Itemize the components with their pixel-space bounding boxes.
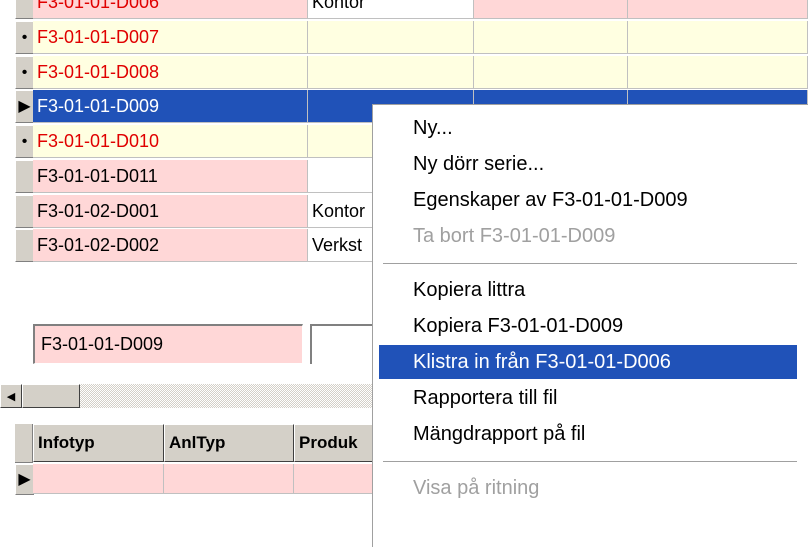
column-header-infotyp[interactable]: Infotyp (33, 424, 164, 462)
row-indicator-icon: • (21, 132, 28, 150)
menu-item[interactable]: Egenskaper av F3-01-01-D009 (373, 183, 797, 217)
row-selector[interactable] (15, 229, 34, 262)
current-row-icon: ▶ (18, 97, 31, 115)
menu-item[interactable]: Mängdrapport på fil (373, 417, 797, 451)
menu-separator (383, 263, 797, 265)
horizontal-scrollbar[interactable]: ◀ (0, 384, 400, 408)
door-id-cell[interactable]: F3-01-02-D002 (33, 229, 308, 262)
menu-item[interactable]: Kopiera F3-01-01-D009 (373, 309, 797, 343)
current-row-icon: ▶ (18, 470, 31, 488)
row-indicator-icon: • (21, 28, 28, 46)
door-id-cell[interactable]: F3-01-02-D001 (33, 195, 308, 228)
row-selector[interactable]: ▶ (15, 90, 34, 123)
menu-item[interactable]: Rapportera till fil (373, 381, 797, 415)
table-row[interactable]: • F3-01-01-D007 (0, 21, 808, 55)
column-header-anltyp[interactable]: AnlTyp (164, 424, 294, 462)
menu-item[interactable]: Ny dörr serie... (373, 147, 797, 181)
subgrid-header: Infotyp AnlTyp Produk (0, 424, 400, 464)
menu-item: Visa på ritning (413, 477, 540, 499)
grid-cell[interactable] (628, 56, 808, 89)
scroll-thumb[interactable] (22, 384, 80, 408)
menu-item[interactable]: Klistra in från F3-01-01-D006 (379, 345, 797, 379)
row-selector[interactable]: • (15, 21, 34, 54)
grid-cell[interactable] (628, 0, 808, 19)
grid-cell[interactable] (474, 56, 628, 89)
door-id-cell[interactable]: F3-01-01-D011 (33, 160, 308, 193)
door-id-cell[interactable]: F3-01-01-D010 (33, 125, 308, 158)
row-selector[interactable] (15, 0, 34, 19)
menu-item: Ta bort F3-01-01-D009 (413, 225, 616, 247)
arrow-left-icon: ◀ (6, 390, 16, 403)
grid-cell[interactable] (474, 21, 628, 54)
row-indicator-icon: • (21, 63, 28, 81)
menu-item[interactable]: Ny... (373, 111, 797, 145)
menu-item[interactable]: Kopiera littra (373, 273, 797, 307)
context-menu: Ny... Ny dörr serie... Egenskaper av F3-01… (372, 104, 808, 547)
row-selector[interactable]: ▶ (15, 464, 34, 495)
grid-cell[interactable] (474, 0, 628, 19)
door-id-cell[interactable]: F3-01-01-D009 (33, 90, 308, 123)
door-id-field[interactable]: F3-01-01-D009 (33, 324, 303, 364)
table-row[interactable]: • F3-01-01-D008 (0, 56, 808, 90)
subgrid-row[interactable]: ▶ (0, 464, 400, 498)
menu-separator (383, 461, 797, 463)
row-selector[interactable] (15, 160, 34, 193)
door-id-cell[interactable]: F3-01-01-D008 (33, 56, 308, 89)
row-selector[interactable]: • (15, 125, 34, 158)
row-selector[interactable]: • (15, 56, 34, 89)
subgrid-cell[interactable] (33, 464, 164, 494)
subgrid-corner (15, 424, 33, 463)
grid-cell[interactable] (628, 21, 808, 54)
row-selector[interactable] (15, 195, 34, 228)
room-cell[interactable] (308, 21, 474, 54)
room-cell[interactable]: Kontor (308, 0, 474, 19)
scroll-left-button[interactable]: ◀ (0, 384, 22, 408)
door-id-cell[interactable]: F3-01-01-D006 (33, 0, 308, 19)
table-row[interactable]: F3-01-01-D006 Kontor (0, 0, 808, 20)
door-id-cell[interactable]: F3-01-01-D007 (33, 21, 308, 54)
subgrid-cell[interactable] (164, 464, 294, 494)
room-cell[interactable] (308, 56, 474, 89)
